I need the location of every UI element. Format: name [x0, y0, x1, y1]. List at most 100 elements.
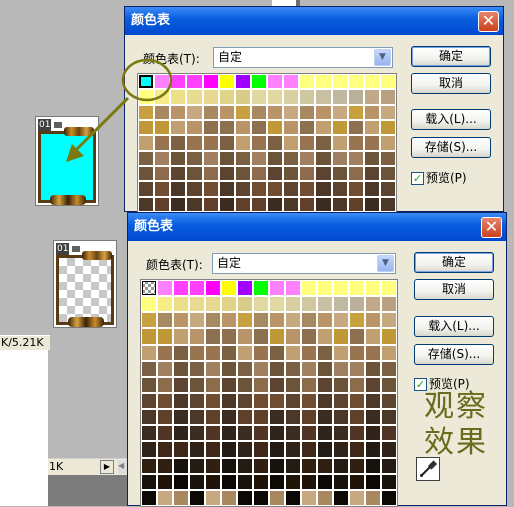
cancel-button[interactable]: 取消 [414, 279, 494, 300]
color-swatch[interactable] [366, 297, 380, 312]
color-swatch[interactable] [348, 166, 363, 181]
color-swatch[interactable] [203, 75, 218, 89]
color-swatch[interactable] [270, 394, 284, 409]
color-swatch[interactable] [348, 136, 363, 150]
color-swatch[interactable] [251, 105, 266, 119]
color-swatch[interactable] [382, 345, 396, 360]
color-swatch[interactable] [219, 105, 234, 119]
color-swatch[interactable] [318, 410, 332, 425]
color-swatch[interactable] [158, 377, 172, 392]
color-swatch[interactable] [222, 394, 236, 409]
color-swatch[interactable] [222, 297, 236, 312]
color-swatch[interactable] [235, 90, 250, 104]
color-swatch[interactable] [284, 90, 299, 104]
color-swatch[interactable] [270, 426, 284, 441]
color-swatch[interactable] [382, 361, 396, 376]
color-swatch[interactable] [366, 442, 380, 457]
color-swatch[interactable] [171, 136, 186, 150]
color-swatch[interactable] [142, 345, 156, 360]
color-swatch-grid[interactable] [140, 279, 398, 507]
color-table-select[interactable]: 自定 ▼ [213, 47, 393, 68]
color-swatch[interactable] [300, 90, 315, 104]
color-swatch[interactable] [364, 120, 379, 135]
color-swatch[interactable] [254, 442, 268, 457]
color-swatch[interactable] [300, 136, 315, 150]
color-swatch[interactable] [302, 394, 316, 409]
color-swatch[interactable] [174, 474, 188, 489]
chevron-down-icon[interactable]: ▼ [377, 255, 394, 272]
color-swatch[interactable] [142, 442, 156, 457]
color-swatch[interactable] [203, 182, 218, 196]
eyedropper-icon[interactable] [416, 457, 440, 481]
color-swatch[interactable] [270, 410, 284, 425]
color-swatch[interactable] [286, 458, 300, 473]
color-swatch[interactable] [302, 329, 316, 344]
color-swatch[interactable] [284, 120, 299, 135]
color-swatch[interactable] [190, 458, 204, 473]
color-swatch[interactable] [350, 474, 364, 489]
color-swatch[interactable] [300, 75, 315, 89]
color-swatch[interactable] [222, 313, 236, 328]
animation-frame-thumbnail[interactable]: 01 [35, 116, 99, 206]
color-swatch[interactable] [318, 490, 332, 505]
color-swatch[interactable] [251, 75, 266, 89]
color-swatch-grid[interactable] [137, 73, 397, 213]
scroll-right-arrow-icon[interactable]: ▶ [100, 460, 114, 474]
color-swatch[interactable] [332, 136, 347, 150]
color-swatch[interactable] [219, 166, 234, 181]
color-swatch[interactable] [268, 197, 283, 211]
color-swatch[interactable] [171, 182, 186, 196]
color-swatch[interactable] [270, 474, 284, 489]
color-swatch[interactable] [318, 377, 332, 392]
color-swatch[interactable] [158, 281, 172, 296]
color-swatch[interactable] [254, 490, 268, 505]
color-swatch[interactable] [380, 166, 395, 181]
color-swatch[interactable] [155, 151, 170, 165]
color-swatch[interactable] [142, 490, 156, 505]
color-swatch[interactable] [286, 297, 300, 312]
color-swatch[interactable] [155, 136, 170, 150]
color-swatch[interactable] [171, 197, 186, 211]
color-swatch[interactable] [366, 361, 380, 376]
color-swatch[interactable] [284, 105, 299, 119]
color-swatch[interactable] [206, 394, 220, 409]
color-swatch[interactable] [219, 75, 234, 89]
color-swatch[interactable] [174, 361, 188, 376]
color-swatch[interactable] [190, 329, 204, 344]
color-swatch[interactable] [380, 120, 395, 135]
color-swatch[interactable] [302, 474, 316, 489]
color-swatch[interactable] [270, 313, 284, 328]
color-swatch[interactable] [142, 458, 156, 473]
color-swatch[interactable] [332, 120, 347, 135]
color-swatch[interactable] [270, 345, 284, 360]
color-swatch[interactable] [366, 474, 380, 489]
color-swatch[interactable] [251, 166, 266, 181]
color-swatch[interactable] [350, 442, 364, 457]
color-swatch[interactable] [142, 361, 156, 376]
color-swatch[interactable] [251, 90, 266, 104]
save-button[interactable]: 存储(S)... [411, 137, 491, 158]
color-swatch[interactable] [380, 136, 395, 150]
color-swatch[interactable] [238, 490, 252, 505]
color-swatch[interactable] [219, 90, 234, 104]
color-swatch[interactable] [254, 345, 268, 360]
color-swatch[interactable] [254, 281, 268, 296]
color-swatch[interactable] [364, 166, 379, 181]
color-swatch[interactable] [382, 329, 396, 344]
color-swatch[interactable] [238, 361, 252, 376]
cancel-button[interactable]: 取消 [411, 73, 491, 94]
color-swatch[interactable] [380, 105, 395, 119]
color-swatch[interactable] [366, 345, 380, 360]
color-swatch[interactable] [171, 151, 186, 165]
color-swatch[interactable] [158, 458, 172, 473]
color-swatch[interactable] [155, 90, 170, 104]
color-swatch[interactable] [235, 151, 250, 165]
color-swatch[interactable] [348, 90, 363, 104]
color-swatch[interactable] [174, 377, 188, 392]
color-swatch[interactable] [270, 442, 284, 457]
color-swatch[interactable] [190, 345, 204, 360]
color-swatch[interactable] [300, 182, 315, 196]
color-swatch[interactable] [286, 394, 300, 409]
color-swatch[interactable] [206, 329, 220, 344]
color-swatch[interactable] [286, 281, 300, 296]
